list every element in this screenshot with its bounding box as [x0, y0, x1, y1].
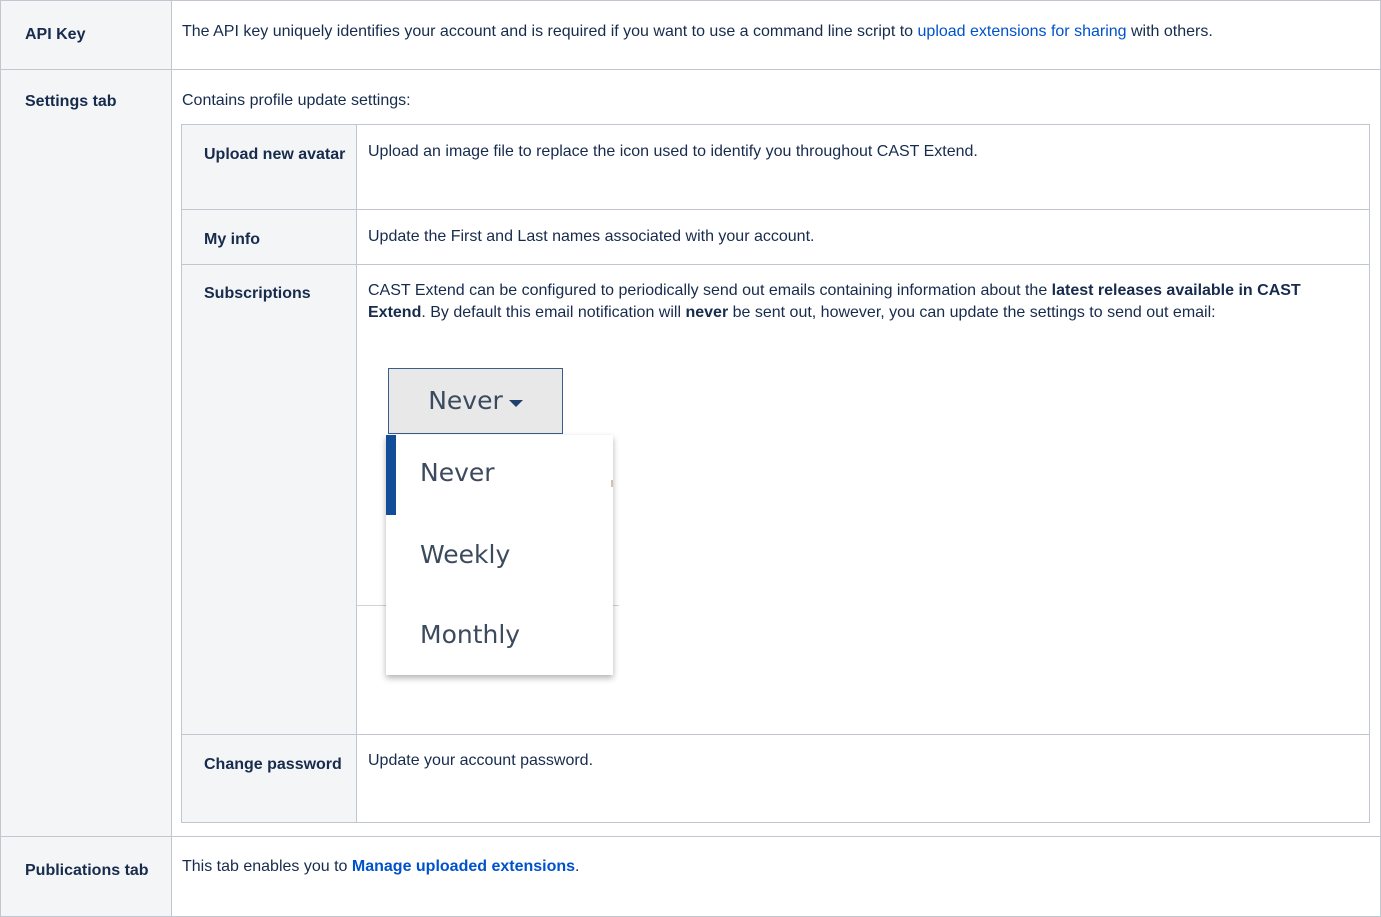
- subscriptions-label: Subscriptions: [204, 285, 311, 302]
- row-header-settings-tab: Settings tab: [0, 69, 172, 837]
- subrow-header-subscriptions: Subscriptions: [181, 264, 357, 735]
- row-cell-publications-tab: This tab enables you to Manage uploaded …: [171, 836, 1381, 917]
- row-cell-settings-tab: Contains profile update settings: Upload…: [171, 69, 1381, 837]
- dropdown-option-monthly[interactable]: Monthly: [386, 595, 613, 675]
- publications-text-after: .: [575, 858, 580, 875]
- row-header-api-key: API Key: [0, 0, 172, 70]
- subtable-row-my-info: My info Update the First and Last names …: [181, 209, 1370, 265]
- frequency-dropdown-button[interactable]: Never: [388, 368, 563, 434]
- subscriptions-description: CAST Extend can be configured to periodi…: [357, 265, 1369, 324]
- dropdown-option-label: Never: [420, 458, 495, 487]
- upload-avatar-description: Upload an image file to replace the icon…: [368, 143, 978, 160]
- subrow-header-upload-avatar: Upload new avatar: [181, 124, 357, 210]
- frequency-dropdown-screenshot: Never Never Weekly Monthly: [357, 349, 627, 707]
- dropdown-option-label: Monthly: [420, 620, 521, 649]
- api-key-text-before: The API key uniquely identifies your acc…: [182, 23, 918, 40]
- subtable-row-upload-avatar: Upload new avatar Upload an image file t…: [181, 124, 1370, 210]
- api-key-label: API Key: [25, 26, 86, 43]
- publications-text-before: This tab enables you to: [182, 858, 352, 875]
- change-password-description: Update your account password.: [368, 752, 594, 769]
- upload-avatar-label: Upload new avatar: [204, 146, 346, 163]
- subrow-header-my-info: My info: [181, 209, 357, 265]
- subtable-row-change-password: Change password Update your account pass…: [181, 734, 1370, 823]
- dropdown-option-weekly[interactable]: Weekly: [386, 515, 613, 595]
- settings-tab-intro: Contains profile update settings:: [182, 92, 411, 109]
- publications-tab-label: Publications tab: [25, 862, 149, 879]
- subrow-cell-upload-avatar: Upload an image file to replace the icon…: [356, 124, 1370, 210]
- change-password-label: Change password: [204, 756, 342, 773]
- subrow-cell-subscriptions: CAST Extend can be configured to periodi…: [356, 264, 1370, 735]
- profile-reference-table: API Key The API key uniquely identifies …: [0, 0, 1381, 917]
- manage-uploaded-extensions-link[interactable]: Manage uploaded extensions: [352, 858, 575, 875]
- menu-edge-mark: [611, 480, 613, 487]
- table-row-publications-tab: Publications tab This tab enables you to…: [0, 836, 1381, 917]
- api-key-description: The API key uniquely identifies your acc…: [172, 1, 1380, 43]
- dropdown-option-never[interactable]: Never: [386, 435, 613, 515]
- frequency-dropdown-selected: Never: [428, 386, 503, 415]
- settings-tab-label: Settings tab: [25, 93, 117, 110]
- selected-indicator: [386, 435, 396, 515]
- upload-extensions-link[interactable]: upload extensions for sharing: [918, 23, 1127, 40]
- subscriptions-bold-never: never: [685, 304, 729, 321]
- table-row-settings-tab: Settings tab Contains profile update set…: [0, 69, 1381, 837]
- caret-down-icon: [508, 399, 523, 407]
- subscriptions-text-2: . By default this email notification wil…: [421, 304, 686, 321]
- subrow-cell-change-password: Update your account password.: [356, 734, 1370, 823]
- subrow-cell-my-info: Update the First and Last names associat…: [356, 209, 1370, 265]
- frequency-dropdown-menu: Never Weekly Monthly: [386, 435, 613, 675]
- subscriptions-text-3: be sent out, however, you can update the…: [728, 304, 1216, 321]
- publications-tab-description: This tab enables you to Manage uploaded …: [172, 837, 1380, 878]
- row-cell-api-key: The API key uniquely identifies your acc…: [171, 0, 1381, 70]
- table-row-api-key: API Key The API key uniquely identifies …: [0, 0, 1381, 70]
- my-info-label: My info: [204, 231, 260, 248]
- my-info-description: Update the First and Last names associat…: [368, 228, 815, 245]
- subscriptions-text-1: CAST Extend can be configured to periodi…: [368, 282, 1052, 299]
- subrow-header-change-password: Change password: [181, 734, 357, 823]
- dropdown-option-label: Weekly: [420, 540, 511, 569]
- row-header-publications-tab: Publications tab: [0, 836, 172, 917]
- subtable-row-subscriptions: Subscriptions CAST Extend can be configu…: [181, 264, 1370, 735]
- api-key-text-after: with others.: [1126, 23, 1213, 40]
- settings-subtable: Upload new avatar Upload an image file t…: [181, 124, 1370, 823]
- divider-line: [613, 605, 619, 606]
- divider-line: [357, 605, 386, 606]
